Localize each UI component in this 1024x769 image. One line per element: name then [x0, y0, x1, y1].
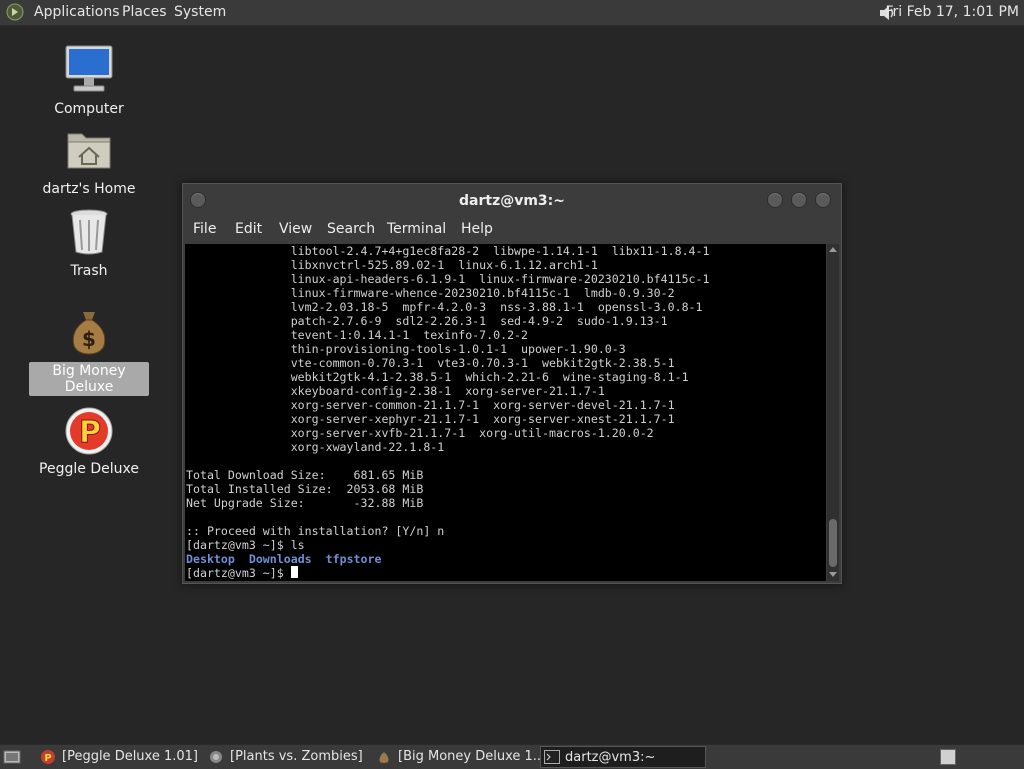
top-panel: Applications Places System Fri Feb 17, 1… [0, 0, 1024, 26]
window-title: dartz@vm3:~ [459, 193, 565, 209]
bottom-taskbar: P [Peggle Deluxe 1.01] [Plants vs. Zombi… [0, 744, 1024, 769]
desktop-icon-computer[interactable]: Computer [29, 44, 149, 118]
terminal-menubar: File Edit View Search Terminal Help [183, 218, 841, 244]
home-folder-icon [67, 133, 111, 169]
prompt-line[interactable]: [dartz@vm3 ~]$ [185, 566, 826, 580]
terminal-line: linux-api-headers-6.1.9-1 linux-firmware… [186, 272, 710, 286]
taskbar-item-label: [Peggle Deluxe 1.01] [62, 749, 198, 764]
desktop-icon-peggle[interactable]: P Peggle Deluxe [29, 404, 149, 478]
terminal-line: Net Upgrade Size: -32.88 MiB [186, 496, 424, 510]
desktop-icon-label: dartz's Home [42, 181, 136, 197]
taskbar-item-big-money[interactable]: [Big Money Deluxe 1... [374, 746, 545, 768]
terminal-line: xorg-server-common-21.1.7-1 xorg-server-… [186, 398, 675, 412]
terminal-line: xorg-server-xvfb-21.1.7-1 xorg-util-macr… [186, 426, 654, 440]
minimize-button[interactable] [767, 192, 783, 208]
scroll-down-icon[interactable] [829, 572, 837, 578]
terminal-line: patch-2.7.6-9 sdl2-2.26.3-1 sed-4.9-2 su… [186, 314, 668, 328]
menu-view[interactable]: View [279, 221, 312, 237]
terminal-line: Total Download Size: 681.65 MiB [186, 468, 424, 482]
clock[interactable]: Fri Feb 17, 1:01 PM [886, 4, 1020, 20]
terminal-line: thin-provisioning-tools-1.0.1-1 upower-1… [186, 342, 626, 356]
computer-icon [65, 45, 113, 92]
desktop-icon-trash[interactable]: Trash [29, 206, 149, 280]
money-bag-icon: $ [72, 312, 106, 355]
menu-edit[interactable]: Edit [235, 221, 262, 237]
taskbar-item-label: dartz@vm3:~ [565, 750, 656, 765]
ls-dir-desktop: Desktop [186, 552, 235, 566]
terminal-line: [dartz@vm3 ~]$ ls [186, 538, 305, 552]
menu-search[interactable]: Search [327, 221, 375, 237]
terminal-line: xorg-server-xephyr-21.1.7-1 xorg-server-… [186, 412, 675, 426]
menu-terminal[interactable]: Terminal [387, 221, 446, 237]
menu-help[interactable]: Help [461, 221, 493, 237]
desktop-icon-label: Peggle Deluxe [39, 461, 139, 477]
places-menu[interactable]: Places [122, 4, 167, 20]
ls-dir-tfpstore: tfpstore [325, 552, 382, 566]
desktop-icon-label: Big Money Deluxe [29, 362, 149, 396]
scrollbar-thumb[interactable] [829, 519, 837, 567]
menu-file[interactable]: File [193, 221, 216, 237]
maximize-button[interactable] [791, 192, 807, 208]
terminal-line: lvm2-2.03.18-5 mpfr-4.2.0-3 nss-3.88.1-1… [186, 300, 703, 314]
terminal-line: :: Proceed with installation? [Y/n] n [186, 524, 445, 538]
desktop-icon-label: Computer [54, 101, 124, 117]
terminal-scrollbar[interactable] [827, 244, 839, 581]
desktop-icon-big-money[interactable]: $ Big Money Deluxe [29, 306, 149, 396]
system-menu[interactable]: System [174, 4, 226, 20]
ls-dir-downloads: Downloads [248, 552, 312, 566]
terminal-line: linux-firmware-whence-20230210.bf4115c-1… [186, 286, 675, 300]
money-bag-icon [379, 752, 389, 763]
terminal-lines: libtool-2.4.7+4+g1ec8fa28-2 libwpe-1.14.… [185, 244, 826, 552]
peggle-icon: P [65, 407, 113, 455]
taskbar-item-terminal[interactable]: dartz@vm3:~ [540, 746, 706, 768]
terminal-line: webkit2gtk-4.1-2.38.5-1 which-2.21-6 win… [186, 370, 689, 384]
plants-icon [210, 751, 222, 763]
terminal-line: xorg-xwayland-22.1.8-1 [186, 440, 445, 454]
scroll-up-icon[interactable] [829, 246, 837, 252]
svg-text:$: $ [82, 327, 96, 351]
show-desktop-icon[interactable] [3, 748, 21, 766]
close-button[interactable] [815, 192, 831, 208]
trash-icon [70, 209, 108, 255]
terminal-line: libxnvctrl-525.89.02-1 linux-6.1.12.arch… [186, 258, 598, 272]
terminal-line: libtool-2.4.7+4+g1ec8fa28-2 libwpe-1.14.… [186, 244, 710, 258]
desktop-icon-label: Trash [70, 263, 108, 279]
taskbar-item-label: [Big Money Deluxe 1... [398, 749, 546, 764]
svg-text:P: P [44, 753, 51, 764]
terminal-window[interactable]: dartz@vm3:~ File Edit View Search Termin… [182, 183, 842, 584]
text-cursor [290, 566, 298, 578]
terminal-output[interactable]: libtool-2.4.7+4+g1ec8fa28-2 libwpe-1.14.… [185, 244, 826, 581]
distro-logo-icon[interactable] [6, 3, 24, 21]
terminal-line: vte-common-0.70.3-1 vte3-0.70.3-1 webkit… [186, 356, 675, 370]
peggle-icon: P [41, 750, 55, 764]
window-titlebar[interactable]: dartz@vm3:~ [183, 184, 841, 218]
taskbar-item-label: [Plants vs. Zombies] [230, 749, 363, 764]
desktop-icon-home[interactable]: dartz's Home [29, 124, 149, 198]
prompt: [dartz@vm3 ~]$ [186, 566, 291, 580]
svg-text:P: P [79, 415, 101, 450]
workspace-switcher[interactable] [940, 749, 956, 765]
terminal-line: xkeyboard-config-2.38-1 xorg-server-21.1… [186, 384, 605, 398]
terminal-line: tevent-1:0.14.1-1 texinfo-7.0.2-2 [186, 328, 529, 342]
terminal-line: Total Installed Size: 2053.68 MiB [186, 482, 424, 496]
applications-menu[interactable]: Applications [34, 4, 120, 20]
terminal-icon [544, 750, 560, 764]
taskbar-item-peggle[interactable]: P [Peggle Deluxe 1.01] [38, 746, 198, 768]
ls-output-line: Desktop Downloads tfpstore [185, 552, 826, 566]
taskbar-item-plants[interactable]: [Plants vs. Zombies] [206, 746, 370, 768]
